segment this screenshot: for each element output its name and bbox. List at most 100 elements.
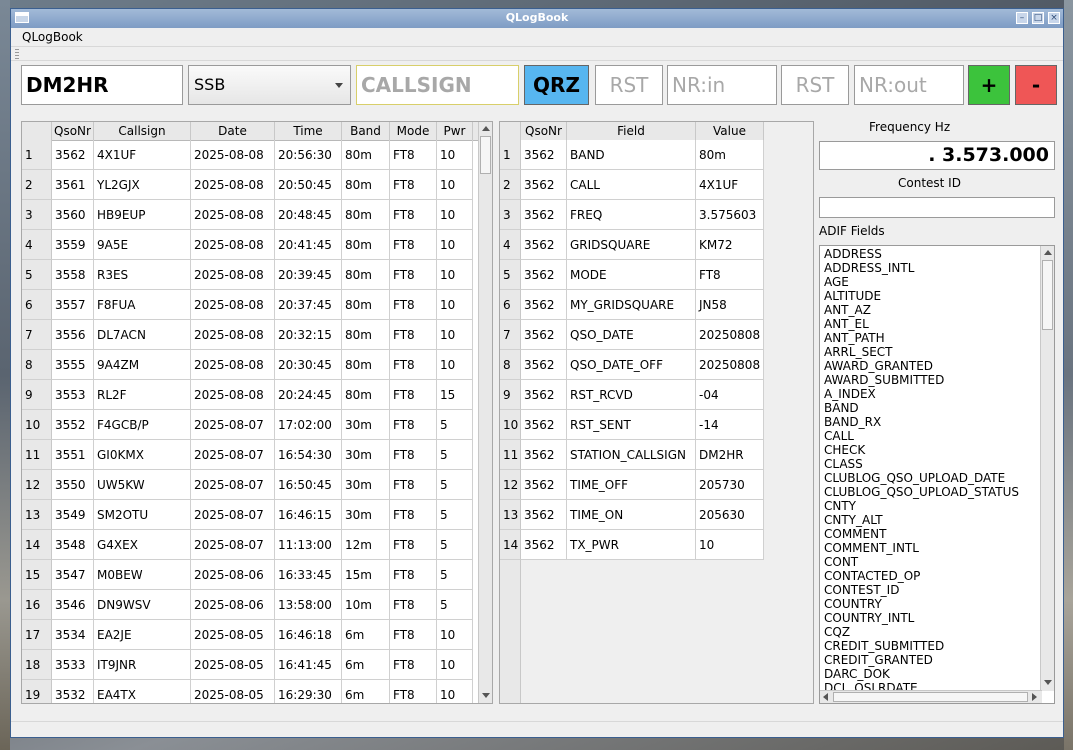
table-cell[interactable]: RL2F <box>94 380 191 410</box>
table-cell[interactable]: 3562 <box>521 230 567 260</box>
table-cell[interactable]: 20:32:15 <box>275 320 342 350</box>
row-header[interactable]: 11 <box>22 440 52 470</box>
table-cell[interactable]: -04 <box>696 380 764 410</box>
table-cell[interactable]: -14 <box>696 410 764 440</box>
table-cell[interactable]: BAND <box>567 140 696 170</box>
scrollbar-thumb[interactable] <box>1042 260 1053 330</box>
row-header[interactable]: 7 <box>22 320 52 350</box>
table-cell[interactable]: 6m <box>342 620 390 650</box>
col-header-qsonr[interactable]: QsoNr <box>521 122 567 140</box>
minimize-icon[interactable]: – <box>1016 12 1028 24</box>
table-cell[interactable]: FT8 <box>390 140 437 170</box>
table-cell[interactable]: 3553 <box>52 380 94 410</box>
table-cell[interactable]: 6m <box>342 650 390 680</box>
table-cell[interactable]: 205730 <box>696 470 764 500</box>
table-cell[interactable]: 16:41:45 <box>275 650 342 680</box>
list-item[interactable]: AWARD_GRANTED <box>824 359 933 373</box>
table-cell[interactable]: STATION_CALLSIGN <box>567 440 696 470</box>
row-header[interactable]: 8 <box>500 350 521 380</box>
table-row[interactable]: 1 3562 BAND 80m <box>500 140 764 170</box>
scroll-left-icon[interactable] <box>823 693 828 701</box>
table-cell[interactable]: 30m <box>342 440 390 470</box>
row-header[interactable]: 5 <box>22 260 52 290</box>
list-item[interactable]: COMMENT_INTL <box>824 541 919 555</box>
table-cell[interactable]: 2025-08-08 <box>191 320 275 350</box>
table-cell[interactable]: 16:29:30 <box>275 680 342 703</box>
list-item[interactable]: ANT_EL <box>824 317 869 331</box>
table-row[interactable]: 17 3534 EA2JE 2025-08-05 16:46:18 6m FT8 10 <box>22 620 478 650</box>
table-cell[interactable]: FT8 <box>390 650 437 680</box>
row-header[interactable]: 15 <box>22 560 52 590</box>
table-cell[interactable]: 3562 <box>521 380 567 410</box>
table-cell[interactable]: 10 <box>437 200 473 230</box>
table-row[interactable]: 2 3562 CALL 4X1UF <box>500 170 764 200</box>
table-cell[interactable]: 80m <box>342 230 390 260</box>
table-cell[interactable]: MODE <box>567 260 696 290</box>
list-item[interactable]: CLUBLOG_QSO_UPLOAD_DATE <box>824 471 1005 485</box>
table-row[interactable]: 1 3562 4X1UF 2025-08-08 20:56:30 80m FT8 10 <box>22 140 478 170</box>
table-cell[interactable]: 3560 <box>52 200 94 230</box>
table-cell[interactable]: 2025-08-07 <box>191 470 275 500</box>
col-header-band[interactable]: Band <box>342 122 390 140</box>
row-header[interactable]: 2 <box>500 170 521 200</box>
rst-sent-input[interactable]: RST <box>781 65 849 105</box>
table-row[interactable]: 6 3557 F8FUA 2025-08-08 20:37:45 80m FT8 10 <box>22 290 478 320</box>
table-cell[interactable]: 20:24:45 <box>275 380 342 410</box>
qso-detail-table[interactable]: QsoNr Field Value 1 3562 BAND 80m 2 3562 CALL 4… <box>499 121 814 704</box>
table-cell[interactable]: 5 <box>437 530 473 560</box>
list-item[interactable]: ARRL_SECT <box>824 345 892 359</box>
scroll-up-icon[interactable] <box>1044 250 1052 255</box>
table-cell[interactable]: FT8 <box>696 260 764 290</box>
table-cell[interactable]: G4XEX <box>94 530 191 560</box>
table-row[interactable]: 4 3562 GRIDSQUARE KM72 <box>500 230 764 260</box>
row-header[interactable]: 19 <box>22 680 52 703</box>
table-cell[interactable]: 80m <box>342 200 390 230</box>
table-cell[interactable]: KM72 <box>696 230 764 260</box>
row-header[interactable]: 11 <box>500 440 521 470</box>
row-header[interactable]: 9 <box>22 380 52 410</box>
table-cell[interactable]: 6m <box>342 680 390 703</box>
table-cell[interactable]: 4X1UF <box>696 170 764 200</box>
callsign-input[interactable]: CALLSIGN <box>356 65 519 105</box>
table-row[interactable]: 8 3555 9A4ZM 2025-08-08 20:30:45 80m FT8 10 <box>22 350 478 380</box>
table-cell[interactable]: HB9EUP <box>94 200 191 230</box>
table-cell[interactable]: 3552 <box>52 410 94 440</box>
table-cell[interactable]: 2025-08-08 <box>191 290 275 320</box>
table-cell[interactable]: 10 <box>696 530 764 560</box>
col-header-field[interactable]: Field <box>567 122 696 140</box>
table-cell[interactable]: 5 <box>437 470 473 500</box>
table-cell[interactable]: 3562 <box>521 140 567 170</box>
rst-received-input[interactable]: RST <box>595 65 663 105</box>
table-cell[interactable]: 3562 <box>521 200 567 230</box>
table-cell[interactable]: TX_PWR <box>567 530 696 560</box>
table-cell[interactable]: 3548 <box>52 530 94 560</box>
table-cell[interactable]: 20:41:45 <box>275 230 342 260</box>
table-row[interactable]: 14 3562 TX_PWR 10 <box>500 530 764 560</box>
table-cell[interactable]: 9A5E <box>94 230 191 260</box>
row-header[interactable]: 16 <box>22 590 52 620</box>
table-cell[interactable]: 3558 <box>52 260 94 290</box>
corner-cell[interactable] <box>22 122 52 140</box>
table-cell[interactable]: TIME_OFF <box>567 470 696 500</box>
adif-list-scrollbar[interactable] <box>1040 246 1054 691</box>
table-row[interactable]: 9 3553 RL2F 2025-08-08 20:24:45 80m FT8 15 <box>22 380 478 410</box>
table-cell[interactable]: 2025-08-07 <box>191 410 275 440</box>
col-header-time[interactable]: Time <box>275 122 342 140</box>
table-row[interactable]: 15 3547 M0BEW 2025-08-06 16:33:45 15m FT8 5 <box>22 560 478 590</box>
table-cell[interactable]: FT8 <box>390 620 437 650</box>
table-row[interactable]: 8 3562 QSO_DATE_OFF 20250808 <box>500 350 764 380</box>
table-cell[interactable]: 80m <box>342 320 390 350</box>
table-cell[interactable]: MY_GRIDSQUARE <box>567 290 696 320</box>
table-cell[interactable]: 13:58:00 <box>275 590 342 620</box>
table-cell[interactable]: FREQ <box>567 200 696 230</box>
table-row[interactable]: 13 3562 TIME_ON 205630 <box>500 500 764 530</box>
list-item[interactable]: ANT_PATH <box>824 331 885 345</box>
row-header[interactable]: 8 <box>22 350 52 380</box>
table-cell[interactable]: 2025-08-07 <box>191 440 275 470</box>
contest-id-input[interactable] <box>819 197 1055 218</box>
table-cell[interactable]: 11:13:00 <box>275 530 342 560</box>
table-cell[interactable]: 80m <box>342 260 390 290</box>
table-cell[interactable]: FT8 <box>390 410 437 440</box>
row-header[interactable]: 2 <box>22 170 52 200</box>
table-cell[interactable]: 10 <box>437 680 473 703</box>
